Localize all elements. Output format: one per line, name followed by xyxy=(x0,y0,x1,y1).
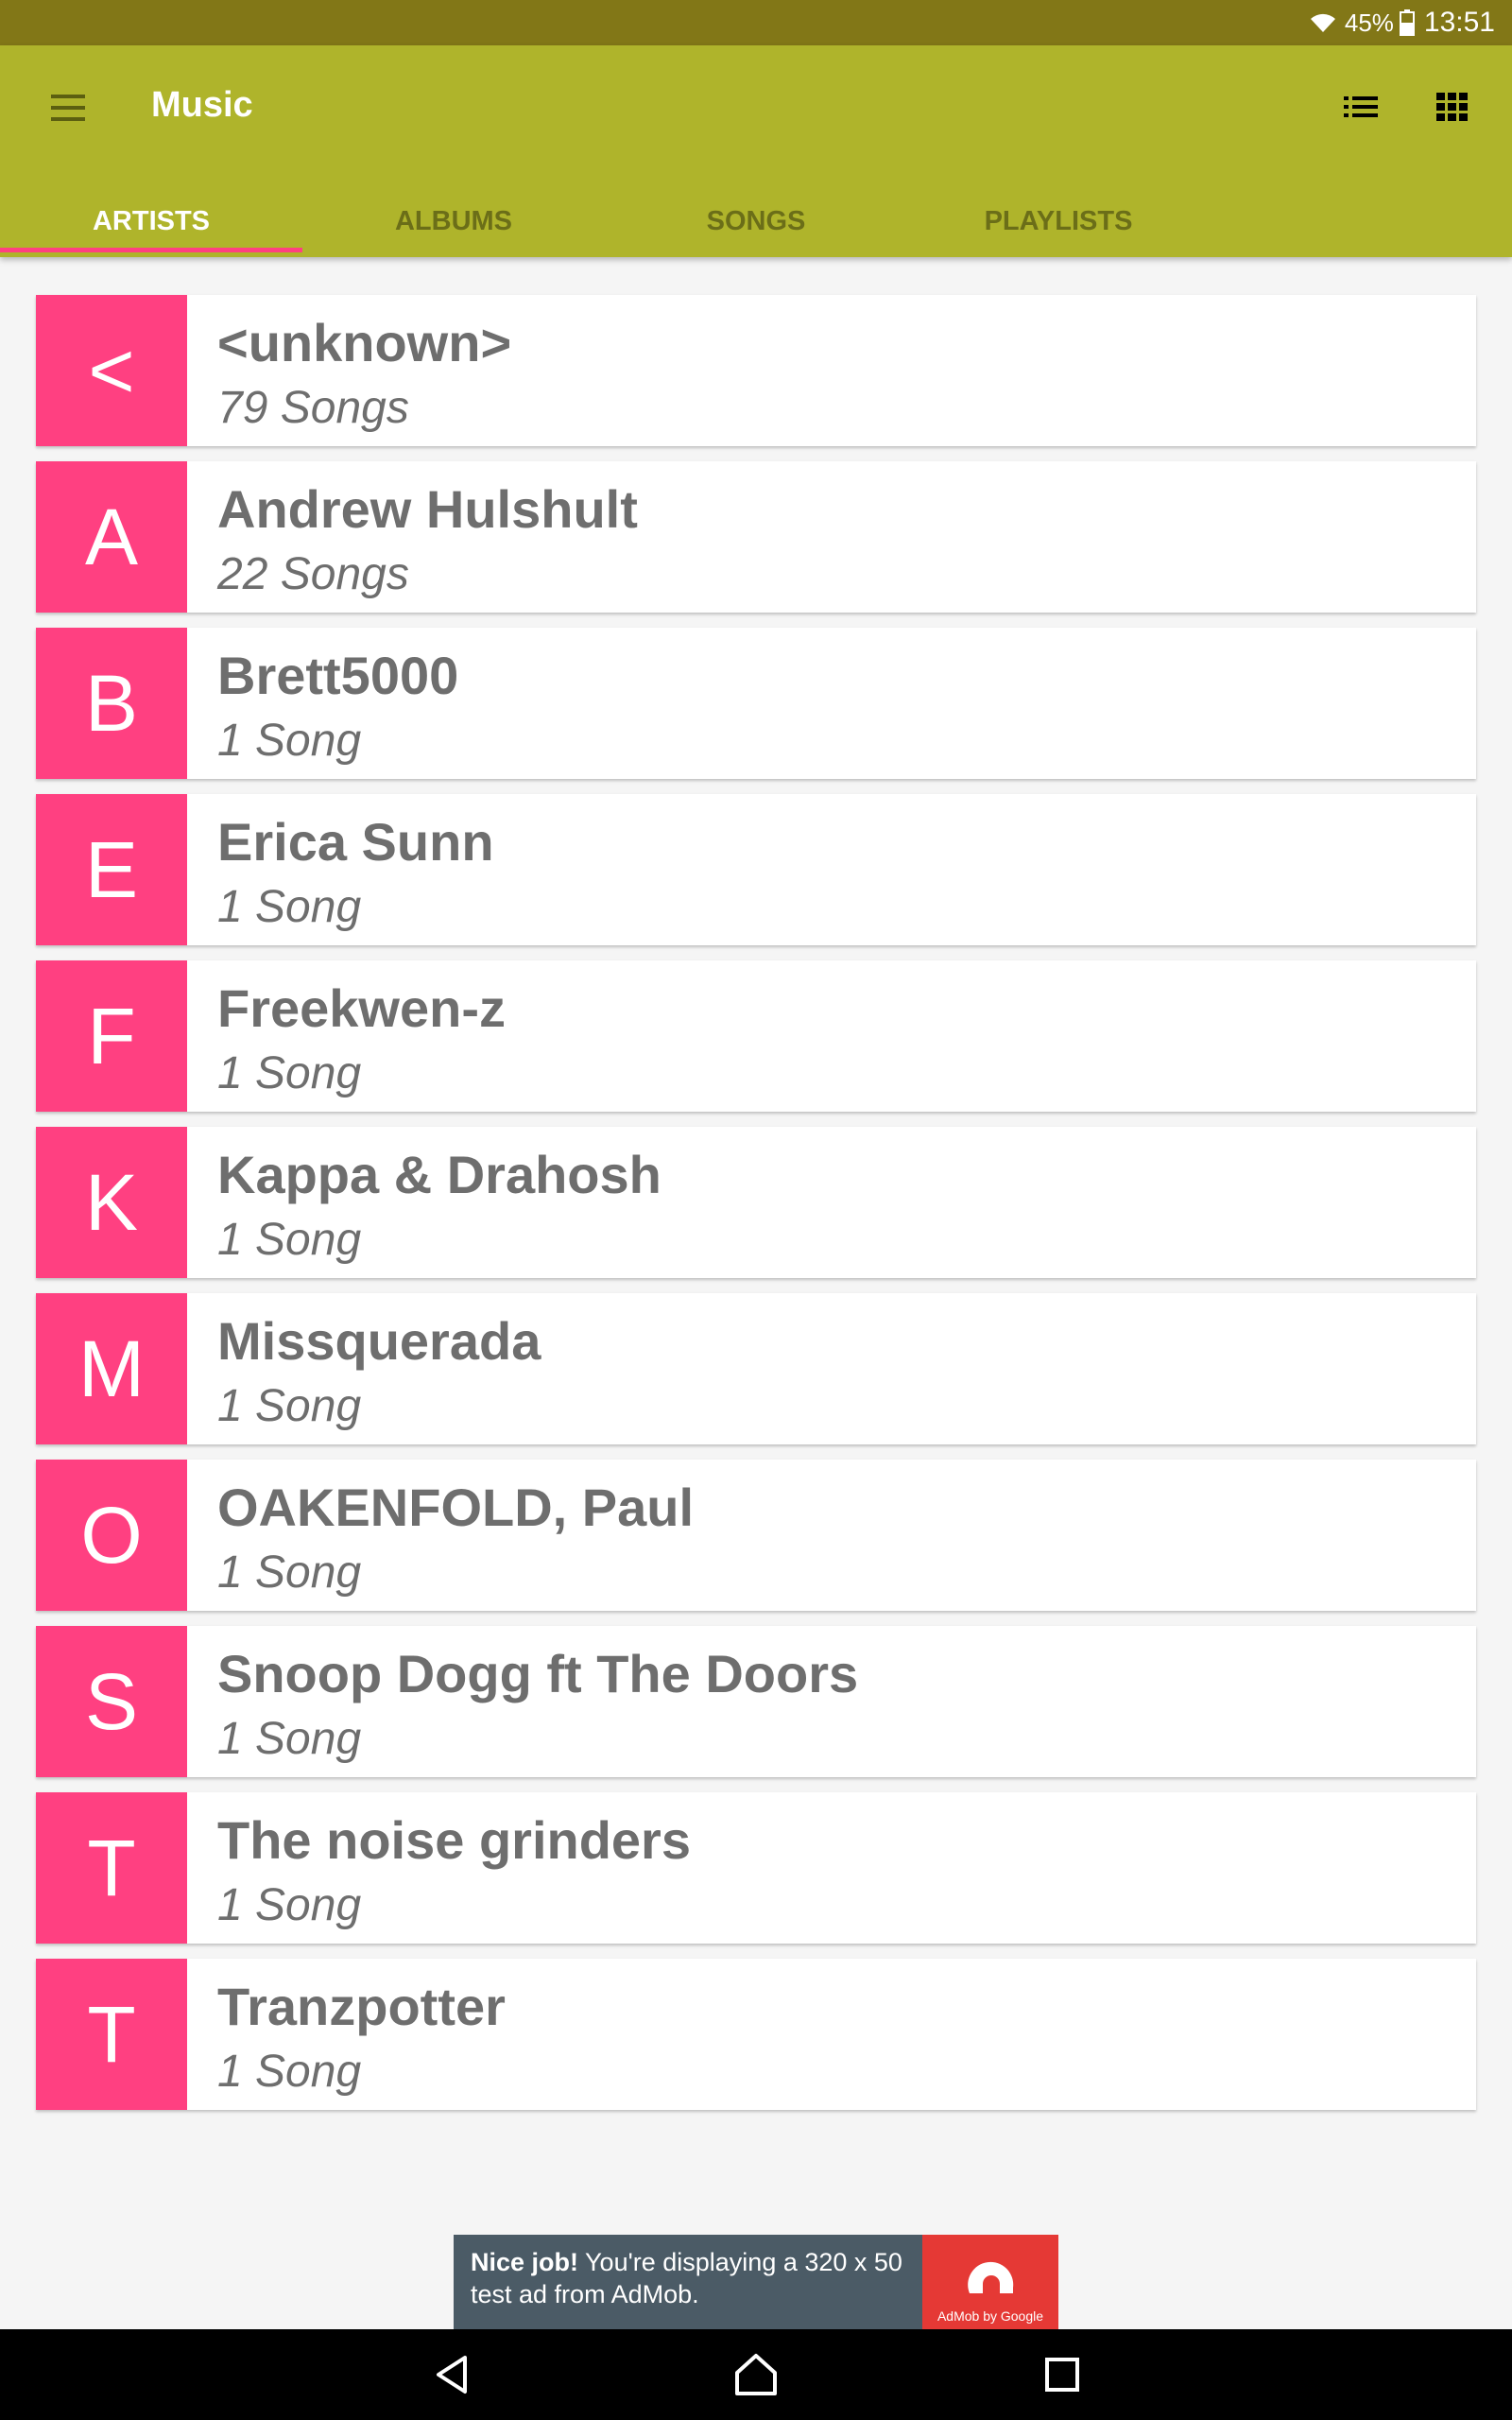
artist-name: Freekwen-z xyxy=(217,978,506,1038)
artist-list-item[interactable]: F Freekwen-z 1 Song xyxy=(36,960,1476,1112)
artist-name: OAKENFOLD, Paul xyxy=(217,1478,695,1537)
clock: 13:51 xyxy=(1423,7,1495,38)
ad-headline: Nice job! xyxy=(471,2248,579,2276)
artist-list-item[interactable]: T The noise grinders 1 Song xyxy=(36,1792,1476,1944)
artist-letter-badge: T xyxy=(36,1959,187,2110)
artist-list-item[interactable]: K Kappa & Drahosh 1 Song xyxy=(36,1127,1476,1278)
artist-song-count: 1 Song xyxy=(217,716,362,766)
artist-name: <unknown> xyxy=(217,313,512,372)
artist-letter-badge: O xyxy=(36,1460,187,1611)
artist-name: Tranzpotter xyxy=(217,1977,506,2036)
app-bar: Music ARTISTS ALBUMS SONGS PLAYLISTS xyxy=(0,45,1512,257)
artist-song-count: 1 Song xyxy=(217,1714,362,1764)
wifi-icon xyxy=(1309,11,1337,34)
artist-letter-badge: K xyxy=(36,1127,187,1278)
artist-song-count: 1 Song xyxy=(217,1381,362,1431)
artist-letter-badge: B xyxy=(36,628,187,779)
artist-letter-badge: E xyxy=(36,794,187,945)
artist-name: Erica Sunn xyxy=(217,812,494,872)
grid-view-icon[interactable] xyxy=(1435,89,1469,123)
artist-letter-badge: < xyxy=(36,295,187,446)
artist-list-item[interactable]: T Tranzpotter 1 Song xyxy=(36,1959,1476,2110)
tab-songs[interactable]: SONGS xyxy=(605,197,907,257)
app-title: Music xyxy=(151,85,253,125)
menu-icon[interactable] xyxy=(47,91,89,125)
artist-song-count: 1 Song xyxy=(217,1880,362,1930)
artist-list-item[interactable]: A Andrew Hulshult 22 Songs xyxy=(36,461,1476,613)
artist-song-count: 1 Song xyxy=(217,1547,362,1598)
home-icon[interactable] xyxy=(733,2350,779,2404)
artist-list: < <unknown> 79 Songs A Andrew Hulshult 22 Son… xyxy=(36,295,1476,2125)
artist-list-item[interactable]: O OAKENFOLD, Paul 1 Song xyxy=(36,1460,1476,1611)
artist-list-item[interactable]: B Brett5000 1 Song xyxy=(36,628,1476,779)
artist-song-count: 79 Songs xyxy=(217,383,409,433)
artist-name: Snoop Dogg ft The Doors xyxy=(217,1644,859,1703)
recent-apps-icon[interactable] xyxy=(1043,2356,1081,2398)
artist-name: Andrew Hulshult xyxy=(217,479,638,539)
artist-song-count: 1 Song xyxy=(217,1048,362,1098)
artist-name: Missquerada xyxy=(217,1311,541,1371)
battery-icon xyxy=(1399,9,1415,36)
ad-banner[interactable]: Nice job! You're displaying a 320 x 50 t… xyxy=(454,2235,1058,2329)
list-view-icon[interactable] xyxy=(1342,91,1380,123)
artist-name: Kappa & Drahosh xyxy=(217,1145,662,1204)
artist-list-item[interactable]: M Missquerada 1 Song xyxy=(36,1293,1476,1444)
artist-list-item[interactable]: E Erica Sunn 1 Song xyxy=(36,794,1476,945)
artist-name: The noise grinders xyxy=(217,1810,691,1870)
status-bar: 45% 13:51 xyxy=(0,0,1512,45)
artist-list-item[interactable]: S Snoop Dogg ft The Doors 1 Song xyxy=(36,1626,1476,1777)
artist-song-count: 1 Song xyxy=(217,1215,362,1265)
artist-letter-badge: T xyxy=(36,1792,187,1944)
ad-text: Nice job! You're displaying a 320 x 50 t… xyxy=(471,2246,905,2310)
artist-song-count: 1 Song xyxy=(217,882,362,932)
artist-letter-badge: F xyxy=(36,960,187,1112)
navigation-bar xyxy=(0,2329,1512,2420)
artist-song-count: 22 Songs xyxy=(217,549,409,599)
artist-name: Brett5000 xyxy=(217,646,459,705)
tab-indicator xyxy=(0,248,302,252)
artist-list-item[interactable]: < <unknown> 79 Songs xyxy=(36,295,1476,446)
battery-percent: 45% xyxy=(1344,8,1394,37)
tab-playlists[interactable]: PLAYLISTS xyxy=(907,197,1210,257)
ad-logo-caption: AdMob by Google xyxy=(936,2308,1044,2324)
tab-albums[interactable]: ALBUMS xyxy=(302,197,605,257)
admob-logo: AdMob by Google xyxy=(922,2235,1058,2329)
artist-letter-badge: A xyxy=(36,461,187,613)
artist-letter-badge: M xyxy=(36,1293,187,1444)
artist-song-count: 1 Song xyxy=(217,2047,362,2097)
artist-letter-badge: S xyxy=(36,1626,187,1777)
back-icon[interactable] xyxy=(431,2352,472,2402)
